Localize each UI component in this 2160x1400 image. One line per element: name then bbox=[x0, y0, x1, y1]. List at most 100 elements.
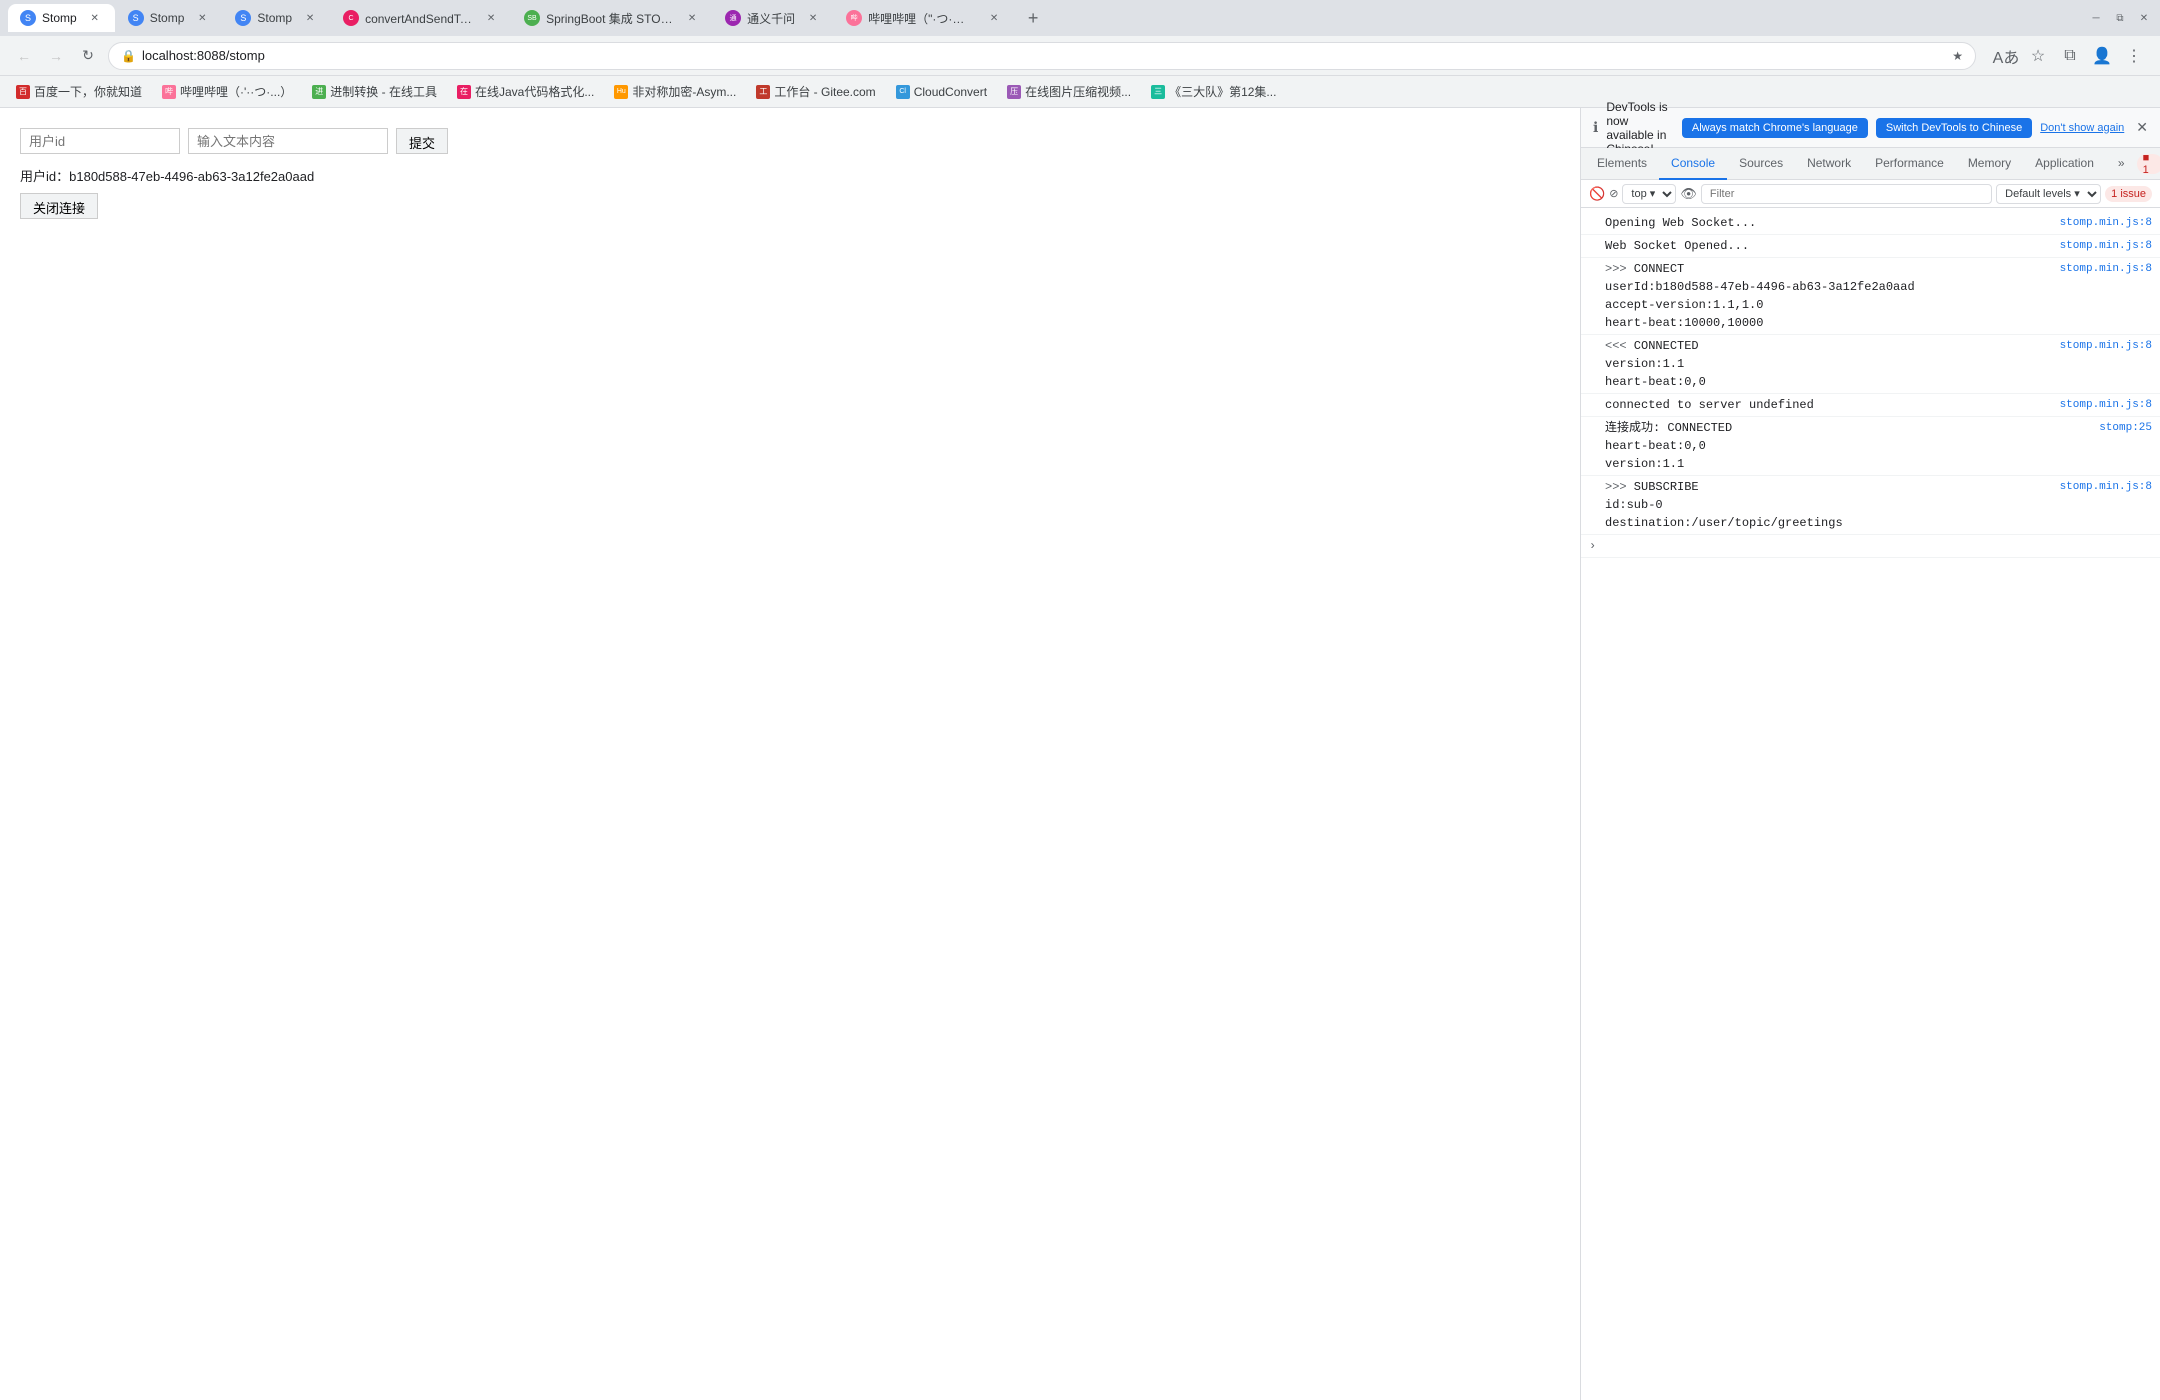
tab-close-7[interactable]: ✕ bbox=[986, 10, 1002, 26]
bookmark-label-java: 在线Java代码格式化... bbox=[475, 83, 594, 100]
bookmark-icon[interactable]: ☆ bbox=[2024, 42, 2052, 70]
devtools-tab-sources[interactable]: Sources bbox=[1727, 148, 1795, 180]
devtools-tab-application[interactable]: Application bbox=[2023, 148, 2106, 180]
menu-icon[interactable]: ⋮ bbox=[2120, 42, 2148, 70]
devtools-tab-console[interactable]: Console bbox=[1659, 148, 1727, 180]
devtools-subtoolbar: 🚫 ⊘ top ▾ 👁 Default levels ▾ 1 issue bbox=[1581, 180, 2160, 208]
bookmark-java[interactable]: 在 在线Java代码格式化... bbox=[449, 80, 602, 104]
bookmark-gitee[interactable]: 工 工作台 - Gitee.com bbox=[748, 80, 883, 104]
bookmark-label-gitee: 工作台 - Gitee.com bbox=[774, 83, 875, 100]
tab-close-5[interactable]: ✕ bbox=[684, 10, 700, 26]
subscribe-destination: destination:/user/topic/greetings bbox=[1605, 514, 1843, 532]
close-connection-button[interactable]: 关闭连接 bbox=[20, 193, 98, 219]
tab-close-2[interactable]: ✕ bbox=[194, 10, 210, 26]
minimize-button[interactable]: ─ bbox=[2088, 10, 2104, 26]
bookmark-sandalian[interactable]: 三 《三大队》第12集... bbox=[1143, 80, 1284, 104]
bookmark-convert[interactable]: 进 进制转换 - 在线工具 bbox=[304, 80, 445, 104]
connected-heartbeat: heart-beat:0,0 bbox=[1605, 373, 1706, 391]
console-text-3: >>> CONNECT bbox=[1605, 260, 2052, 278]
reload-button[interactable]: ↻ bbox=[76, 44, 100, 68]
address-input[interactable]: 🔒 localhost:8088/stomp ★ bbox=[108, 42, 1976, 70]
eye-icon[interactable]: 👁 bbox=[1680, 186, 1697, 202]
tab-bilibili[interactable]: 哔 哔哩哔哩（"·つ·ロ 千杯...b ✕ bbox=[834, 4, 1014, 32]
context-selector[interactable]: top ▾ bbox=[1622, 184, 1676, 204]
restore-button[interactable]: ⧉ bbox=[2112, 10, 2128, 26]
bookmark-bilibili[interactable]: 哔 哔哩哔哩（·'··つ·...） bbox=[154, 80, 300, 104]
console-source-5[interactable]: stomp.min.js:8 bbox=[2052, 396, 2152, 414]
bookmark-label-bilibili: 哔哩哔哩（·'··つ·...） bbox=[180, 83, 292, 100]
bookmark-favicon-baidu: 百 bbox=[16, 85, 30, 99]
console-text-6: 连接成功: CONNECTED bbox=[1605, 419, 2091, 437]
notification-close-icon[interactable]: ✕ bbox=[2136, 119, 2148, 136]
switch-devtools-button[interactable]: Switch DevTools to Chinese bbox=[1876, 118, 2032, 138]
filter-input[interactable] bbox=[1701, 184, 1992, 204]
console-source-1[interactable]: stomp.min.js:8 bbox=[2052, 214, 2152, 232]
devtools-tab-performance[interactable]: Performance bbox=[1863, 148, 1956, 180]
bookmark-favicon-convert: 进 bbox=[312, 85, 326, 99]
tab-title-1: Stomp bbox=[42, 11, 77, 25]
profile-icon[interactable]: 👤 bbox=[2088, 42, 2116, 70]
devtools-tabs: Elements Console Sources Network Perform… bbox=[1581, 148, 2160, 180]
close-button[interactable]: ✕ bbox=[2136, 10, 2152, 26]
tab-title-2: Stomp bbox=[150, 11, 185, 25]
tab-title-5: SpringBoot 集成 STOMP 实习 bbox=[546, 10, 674, 27]
devtools-tab-elements[interactable]: Elements bbox=[1585, 148, 1659, 180]
tab-close-4[interactable]: ✕ bbox=[483, 10, 499, 26]
console-line-2: Web Socket Opened... stomp.min.js:8 bbox=[1581, 235, 2160, 258]
tab-stomp-1[interactable]: S Stomp ✕ bbox=[8, 4, 115, 32]
back-button[interactable]: ← bbox=[12, 44, 36, 68]
devtools-tab-more[interactable]: » bbox=[2106, 148, 2137, 180]
match-language-button[interactable]: Always match Chrome's language bbox=[1682, 118, 1868, 138]
errors-count: ■ 1 bbox=[2143, 152, 2158, 176]
bookmark-label-compress: 在线图片压缩视频... bbox=[1025, 83, 1131, 100]
devtools-tab-memory[interactable]: Memory bbox=[1956, 148, 2023, 180]
bookmark-cloudconvert[interactable]: Cl CloudConvert bbox=[888, 80, 995, 104]
console-source-3[interactable]: stomp.min.js:8 bbox=[2052, 260, 2152, 278]
submit-button[interactable]: 提交 bbox=[396, 128, 448, 154]
tab-favicon-6: 通 bbox=[725, 10, 741, 26]
tab-tongyi[interactable]: 通 通义千问 ✕ bbox=[713, 4, 833, 32]
bookmark-favicon-sandalian: 三 bbox=[1151, 85, 1165, 99]
tab-stomp-2[interactable]: S Stomp ✕ bbox=[116, 4, 223, 32]
extensions-icon[interactable]: ⧉ bbox=[2056, 42, 2084, 70]
tab-close-3[interactable]: ✕ bbox=[302, 10, 318, 26]
new-tab-button[interactable]: + bbox=[1019, 4, 1047, 32]
bookmark-baidu[interactable]: 百 百度一下，你就知道 bbox=[8, 80, 150, 104]
tab-convert[interactable]: C convertAndSendToUser示例 ✕ bbox=[331, 4, 511, 32]
bookmark-humor[interactable]: Hu 非对称加密-Asym... bbox=[606, 80, 744, 104]
console-source-7[interactable]: stomp.min.js:8 bbox=[2052, 478, 2152, 496]
devtools-tab-network[interactable]: Network bbox=[1795, 148, 1863, 180]
user-id-display: 用户id：b180d588-47eb-4496-ab63-3a12fe2a0aa… bbox=[20, 166, 1560, 185]
forward-button[interactable]: → bbox=[44, 44, 68, 68]
console-source-4[interactable]: stomp.min.js:8 bbox=[2052, 337, 2152, 355]
tab-close-6[interactable]: ✕ bbox=[805, 10, 821, 26]
console-source-2[interactable]: stomp.min.js:8 bbox=[2052, 237, 2152, 255]
user-id-input[interactable] bbox=[20, 128, 180, 154]
devtools-notification: ℹ DevTools is now available in Chinese! … bbox=[1581, 108, 2160, 148]
console-text-4: <<< CONNECTED bbox=[1605, 337, 2052, 355]
message-input[interactable] bbox=[188, 128, 388, 154]
console-text-5: connected to server undefined bbox=[1605, 396, 2052, 414]
tab-favicon-7: 哔 bbox=[846, 10, 862, 26]
tab-title-6: 通义千问 bbox=[747, 10, 795, 27]
log-level-selector[interactable]: Default levels ▾ bbox=[1996, 184, 2101, 204]
bookmark-compress[interactable]: 压 在线图片压缩视频... bbox=[999, 80, 1139, 104]
filter-icon[interactable]: ⊘ bbox=[1609, 187, 1618, 200]
console-text-2: Web Socket Opened... bbox=[1605, 237, 2052, 255]
dismiss-notification-button[interactable]: Don't show again bbox=[2040, 122, 2124, 134]
console-line-6: 连接成功: CONNECTED stomp:25 heart-beat:0,0 … bbox=[1581, 417, 2160, 476]
translate-icon[interactable]: Aあ bbox=[1992, 42, 2020, 70]
user-id-value: b180d588-47eb-4496-ab63-3a12fe2a0aad bbox=[69, 169, 314, 184]
tab-stomp-3[interactable]: S Stomp ✕ bbox=[223, 4, 330, 32]
console-text-1: Opening Web Socket... bbox=[1605, 214, 2052, 232]
main-area: 提交 用户id：b180d588-47eb-4496-ab63-3a12fe2a… bbox=[0, 108, 2160, 1400]
bottom-expand-icon[interactable]: › bbox=[1589, 537, 1596, 555]
tab-close-1[interactable]: ✕ bbox=[87, 10, 103, 26]
success-version: version:1.1 bbox=[1605, 455, 1706, 473]
console-source-6[interactable]: stomp:25 bbox=[2091, 419, 2152, 437]
address-text: localhost:8088/stomp bbox=[142, 48, 265, 63]
tab-springboot[interactable]: SB SpringBoot 集成 STOMP 实习 ✕ bbox=[512, 4, 712, 32]
notification-icon: ℹ bbox=[1593, 119, 1598, 136]
expand-icon-6 bbox=[1589, 419, 1601, 437]
clear-console-icon[interactable]: 🚫 bbox=[1589, 186, 1605, 202]
